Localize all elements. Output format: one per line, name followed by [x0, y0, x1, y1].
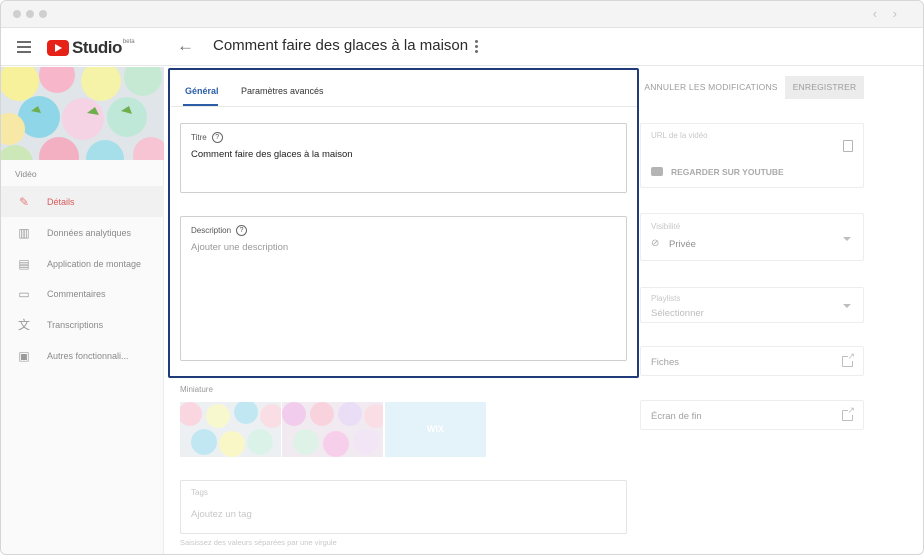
tags-hint: Saisissez des valeurs séparées par une v… — [180, 538, 337, 547]
thumbnail-option-3[interactable]: WIX — [385, 402, 486, 457]
sidebar-item-comments[interactable]: ▭ Commentaires — [1, 278, 164, 309]
translate-icon: 文 — [17, 318, 30, 332]
sidebar-item-label: Détails — [47, 196, 75, 207]
chevron-down-icon — [843, 237, 851, 241]
chevron-down-icon — [843, 304, 851, 308]
sidebar-item-editor[interactable]: ▤ Application de montage — [1, 248, 164, 279]
sidebar-item-label: Commentaires — [47, 288, 106, 299]
description-input[interactable]: Ajouter une description — [191, 242, 288, 253]
thumbnail-option-1[interactable] — [180, 402, 281, 457]
sidebar-item-other-features[interactable]: ▣ Autres fonctionnali... — [1, 340, 164, 371]
visibility-select[interactable]: Visibilité ⊘ Privée — [640, 213, 864, 261]
video-thumbnail — [1, 67, 164, 160]
copy-icon[interactable] — [843, 140, 853, 152]
sidebar-item-label: Application de montage — [47, 258, 142, 269]
tab-bar: Général Paramètres avancés — [171, 71, 637, 107]
window-titlebar: ‹ › — [1, 1, 923, 28]
back-arrow-icon[interactable]: ← — [177, 36, 194, 56]
logo-text: Studio — [72, 38, 122, 57]
tags-label: Tags — [191, 488, 208, 497]
help-icon[interactable]: ? — [236, 225, 248, 236]
sidebar-item-analytics[interactable]: ▥ Données analytiques — [1, 217, 164, 248]
app-header: Studio beta ← Comment faire des glaces à… — [1, 28, 923, 66]
title-field[interactable]: Titre ? Comment faire des glaces à la ma… — [180, 123, 627, 193]
youtube-icon — [651, 167, 663, 176]
help-icon[interactable]: ? — [211, 132, 223, 143]
window-dot-close[interactable] — [13, 10, 21, 18]
page-title: Comment faire des glaces à la maison — [213, 37, 469, 54]
description-label: Description ? — [191, 225, 248, 236]
thumbnail-option-2[interactable] — [282, 402, 383, 457]
window-dot-maximize[interactable] — [39, 10, 47, 18]
video-url-label: URL de la vidéo — [651, 131, 708, 140]
end-screen-label: Écran de fin — [651, 411, 702, 422]
cards-button[interactable]: Fiches — [640, 346, 864, 376]
sidebar-item-transcriptions[interactable]: 文 Transcriptions — [1, 309, 164, 340]
sidebar-item-label: Transcriptions — [47, 319, 104, 330]
video-url-card: URL de la vidéo REGARDER SUR YOUTUBE — [640, 123, 864, 188]
pencil-icon: ✎ — [18, 194, 30, 209]
logo-beta: beta — [122, 39, 135, 45]
more-vert-icon[interactable] — [475, 40, 479, 55]
save-button[interactable]: ENREGISTRER — [785, 76, 864, 99]
window-dot-minimize[interactable] — [26, 10, 34, 18]
studio-logo[interactable]: Studio beta — [47, 38, 135, 58]
sidebar: Vidéo ✎ Détails ▥ Données analytiques ▤ … — [1, 67, 164, 554]
playlists-label: Playlists — [651, 294, 681, 303]
analytics-icon: ▥ — [18, 225, 30, 240]
tags-input[interactable]: Ajoutez un tag — [191, 509, 252, 520]
sidebar-section-label: Vidéo — [15, 169, 37, 179]
playlists-select[interactable]: Playlists Sélectionner — [640, 287, 864, 323]
youtube-play-icon — [47, 40, 69, 56]
browser-window: ‹ › Studio beta ← Comment faire des glac… — [0, 0, 924, 555]
title-label: Titre ? — [191, 132, 223, 143]
watch-on-youtube-link[interactable]: REGARDER SUR YOUTUBE — [671, 167, 784, 177]
end-screen-button[interactable]: Écran de fin — [640, 400, 864, 430]
library-icon: ▣ — [18, 348, 30, 363]
menu-icon[interactable] — [17, 41, 31, 53]
thumbnail-label: Miniature — [180, 385, 213, 394]
description-field[interactable]: Description ? Ajouter une description — [180, 216, 627, 361]
visibility-value: Privée — [669, 239, 696, 250]
visibility-label: Visibilité — [651, 222, 681, 231]
open-in-new-icon — [842, 351, 855, 367]
film-icon: ▤ — [18, 256, 30, 271]
title-input[interactable]: Comment faire des glaces à la maison — [191, 149, 353, 160]
eye-off-icon: ⊘ — [651, 238, 660, 249]
tags-field[interactable]: Tags Ajoutez un tag — [180, 480, 627, 534]
cards-label: Fiches — [651, 357, 679, 368]
cancel-changes-button[interactable]: ANNULER LES MODIFICATIONS — [641, 76, 781, 99]
sidebar-item-label: Autres fonctionnali... — [47, 350, 129, 361]
sidebar-item-label: Données analytiques — [47, 227, 132, 238]
sidebar-item-details[interactable]: ✎ Détails — [1, 186, 164, 217]
active-tab-indicator — [183, 104, 218, 106]
tab-general[interactable]: Général — [185, 86, 219, 96]
comment-icon: ▭ — [18, 286, 30, 301]
tab-advanced-settings[interactable]: Paramètres avancés — [241, 86, 324, 96]
browser-nav-arrows[interactable]: ‹ › — [873, 6, 903, 21]
playlists-value: Sélectionner — [651, 308, 704, 319]
open-in-new-icon — [842, 405, 855, 421]
